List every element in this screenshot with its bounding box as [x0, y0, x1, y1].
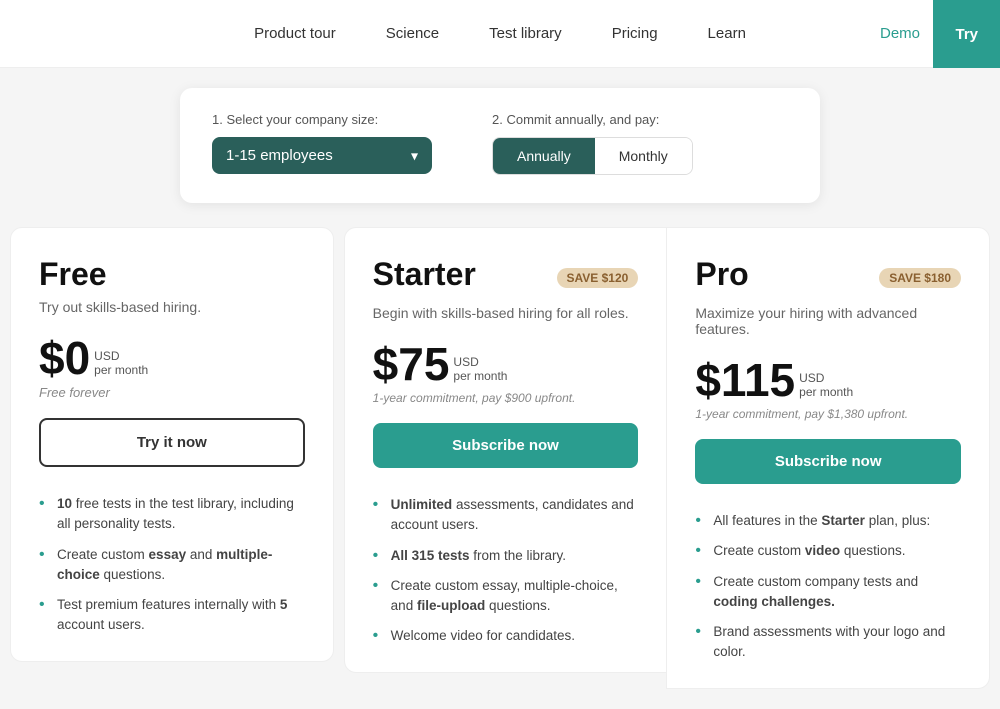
pricing-cards: Free Try out skills-based hiring. $0 USD…	[10, 227, 990, 689]
free-currency: USD	[94, 349, 148, 363]
pro-header-row: Pro SAVE $180	[695, 256, 961, 299]
free-feature-3: Test premium features internally with 5 …	[39, 590, 305, 641]
nav-pricing[interactable]: Pricing	[612, 25, 658, 42]
free-feature-1: 10 free tests in the test library, inclu…	[39, 489, 305, 540]
starter-period: per month	[453, 369, 507, 383]
starter-feature-1: Unlimited assessments, candidates and ac…	[373, 490, 639, 541]
starter-plan-subtitle: Begin with skills-based hiring for all r…	[373, 305, 639, 321]
nav-learn[interactable]: Learn	[708, 25, 746, 42]
toggle-annually[interactable]: Annually	[493, 138, 595, 174]
free-cta-button[interactable]: Try it now	[39, 418, 305, 467]
starter-cta-button[interactable]: Subscribe now	[373, 423, 639, 468]
company-size-select[interactable]: 1-15 employees16-50 employees51-200 empl…	[212, 137, 432, 174]
starter-features-list: Unlimited assessments, candidates and ac…	[373, 490, 639, 652]
nav-links: Product tour Science Test library Pricin…	[254, 25, 746, 42]
free-forever-note: Free forever	[39, 385, 305, 400]
pro-commitment: 1-year commitment, pay $1,380 upfront.	[695, 407, 961, 421]
pro-price-meta: USD per month	[799, 371, 853, 399]
pro-cta-button[interactable]: Subscribe now	[695, 439, 961, 484]
free-feature-2: Create custom essay and multiple-choice …	[39, 540, 305, 591]
nav-demo[interactable]: Demo	[880, 25, 920, 42]
pro-feature-2: Create custom video questions.	[695, 536, 961, 566]
free-features-list: 10 free tests in the test library, inclu…	[39, 489, 305, 641]
pro-plan-card: Pro SAVE $180 Maximize your hiring with …	[666, 227, 990, 689]
pro-feature-4: Brand assessments with your logo and col…	[695, 617, 961, 668]
main-content: 1. Select your company size: 1-15 employ…	[0, 68, 1000, 709]
starter-price-meta: USD per month	[453, 355, 507, 383]
starter-currency: USD	[453, 355, 507, 369]
nav-product-tour[interactable]: Product tour	[254, 25, 336, 42]
pro-feature-3: Create custom company tests and coding c…	[695, 567, 961, 618]
company-size-label: 1. Select your company size:	[212, 112, 432, 127]
starter-header-row: Starter SAVE $120	[373, 256, 639, 299]
pro-price-row: $115 USD per month	[695, 357, 961, 403]
free-price-row: $0 USD per month	[39, 335, 305, 381]
pro-plan-title: Pro	[695, 256, 748, 293]
navbar: Product tour Science Test library Pricin…	[0, 0, 1000, 68]
starter-save-badge: SAVE $120	[557, 268, 639, 288]
starter-plan-card: Starter SAVE $120 Begin with skills-base…	[344, 227, 667, 673]
starter-commitment: 1-year commitment, pay $900 upfront.	[373, 391, 639, 405]
starter-price-row: $75 USD per month	[373, 341, 639, 387]
free-plan-card: Free Try out skills-based hiring. $0 USD…	[10, 227, 334, 662]
company-size-section: 1. Select your company size: 1-15 employ…	[212, 112, 432, 174]
pro-features-list: All features in the Starter plan, plus: …	[695, 506, 961, 668]
commit-section: 2. Commit annually, and pay: Annually Mo…	[492, 112, 693, 175]
starter-feature-4: Welcome video for candidates.	[373, 621, 639, 651]
free-price-meta: USD per month	[94, 349, 148, 377]
pro-save-badge: SAVE $180	[879, 268, 961, 288]
starter-price: $75	[373, 341, 450, 387]
commit-label: 2. Commit annually, and pay:	[492, 112, 693, 127]
nav-science[interactable]: Science	[386, 25, 439, 42]
pro-currency: USD	[799, 371, 853, 385]
free-plan-subtitle: Try out skills-based hiring.	[39, 299, 305, 315]
pro-price: $115	[695, 357, 795, 403]
starter-feature-2: All 315 tests from the library.	[373, 541, 639, 571]
free-period: per month	[94, 363, 148, 377]
nav-try-button[interactable]: Try	[933, 0, 1000, 68]
pro-feature-1: All features in the Starter plan, plus:	[695, 506, 961, 536]
pro-period: per month	[799, 385, 853, 399]
company-select-wrapper: 1-15 employees16-50 employees51-200 empl…	[212, 137, 432, 174]
plan-selector: 1. Select your company size: 1-15 employ…	[180, 88, 820, 203]
starter-plan-title: Starter	[373, 256, 476, 293]
nav-test-library[interactable]: Test library	[489, 25, 562, 42]
starter-feature-3: Create custom essay, multiple-choice, an…	[373, 571, 639, 622]
pro-plan-subtitle: Maximize your hiring with advanced featu…	[695, 305, 961, 337]
billing-toggle: Annually Monthly	[492, 137, 693, 175]
toggle-monthly[interactable]: Monthly	[595, 138, 692, 174]
free-price: $0	[39, 335, 90, 381]
free-plan-title: Free	[39, 256, 305, 293]
